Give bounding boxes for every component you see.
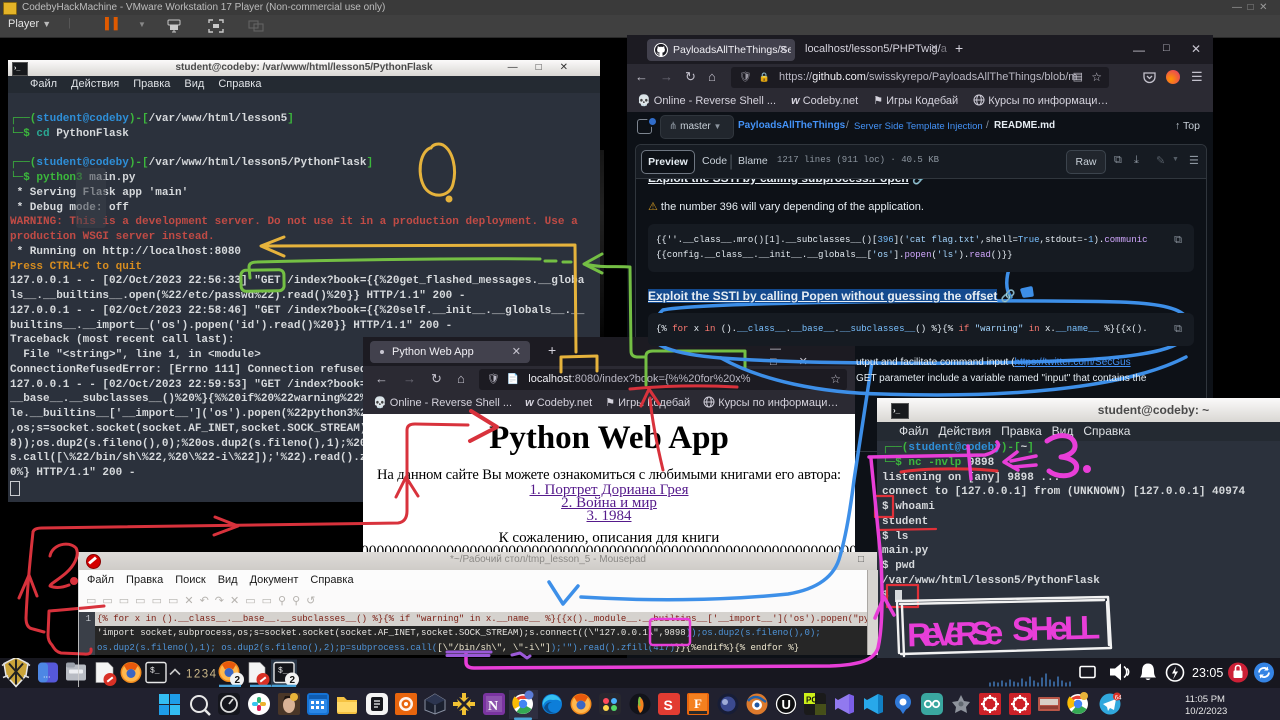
svg-text:$_: $_ <box>150 667 160 676</box>
svg-text:2: 2 <box>235 675 241 686</box>
svg-text:PC: PC <box>806 696 817 705</box>
svg-text:$_: $_ <box>278 667 288 676</box>
svg-text:N: N <box>488 699 498 714</box>
svg-text:64: 64 <box>1115 696 1122 702</box>
svg-text:11:05 PM: 11:05 PM <box>1185 694 1225 705</box>
svg-text:23:05: 23:05 <box>1192 666 1223 680</box>
svg-text:2: 2 <box>290 675 296 686</box>
svg-text:S: S <box>664 697 673 713</box>
svg-text:10/2/2023: 10/2/2023 <box>1185 706 1227 717</box>
svg-text:1234: 1234 <box>186 669 218 681</box>
svg-text:...: ... <box>43 670 51 680</box>
svg-text:U: U <box>782 697 791 712</box>
svg-text:F: F <box>694 696 702 711</box>
